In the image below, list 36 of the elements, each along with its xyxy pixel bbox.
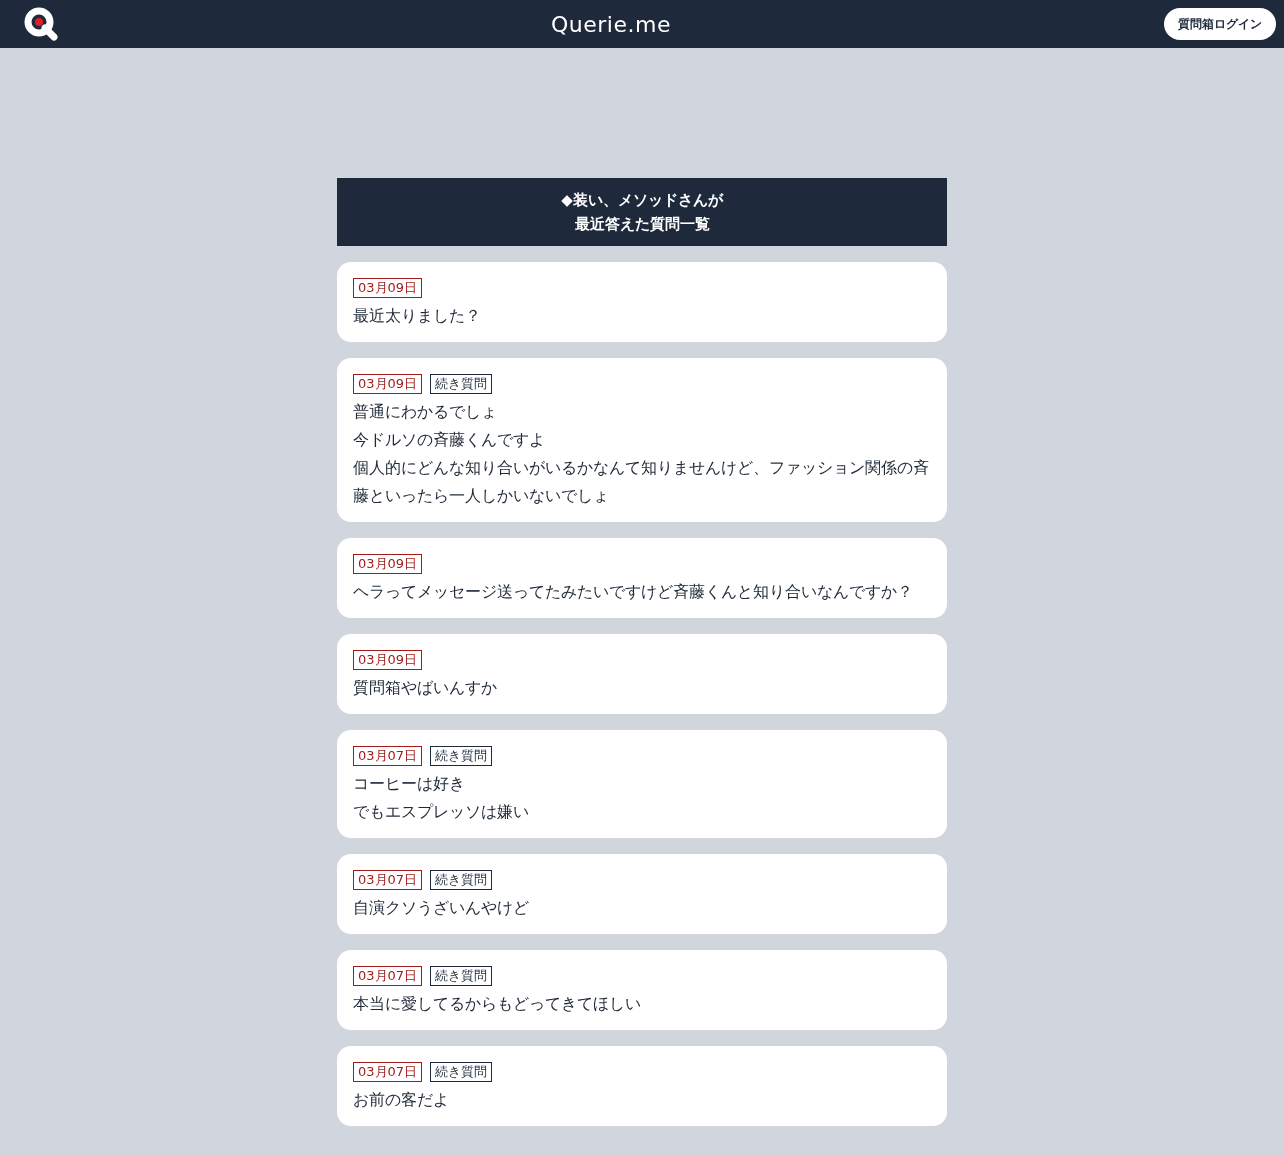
question-card[interactable]: 03月07日 続き質問 コーヒーは好き でもエスプレッソは嫌い [337,730,947,838]
date-tag: 03月07日 [353,870,423,890]
question-text: でもエスプレッソは嫌い [353,801,530,823]
question-card[interactable]: 03月07日 続き質問 自演クソうざいんやけど [337,854,947,934]
question-card[interactable]: 03月09日 最近太りました？ [337,262,947,342]
question-card[interactable]: 03月09日 続き質問 普通にわかるでしょ 今ドルソの斉藤くんですよ 個人的にどんな知り合いがいるかなんて知りませんけど、ファッション関係の斉藤といったら一人しかいないでしょ [337,358,947,522]
list-heading: ◆装い、メソッドさんが 最近答えた質問一覧 [337,178,947,246]
date-tag: 03月07日 [353,1062,423,1082]
date-tag: 03月09日 [353,278,423,298]
logo-icon[interactable] [24,7,58,41]
question-text: ヘラってメッセージ送ってたみたいですけど斉藤くんと知り合いなんですか？ [353,581,914,603]
question-card[interactable]: 03月09日 ヘラってメッセージ送ってたみたいですけど斉藤くんと知り合いなんですか？ [337,538,947,618]
question-text: 最近太りました？ [353,305,482,327]
question-text: 普通にわかるでしょ [353,401,498,423]
question-card[interactable]: 03月07日 続き質問 本当に愛してるからもどってきてほしい [337,950,947,1030]
question-text: 今ドルソの斉藤くんですよ [353,429,546,451]
follow-up-tag: 続き質問 [430,746,493,766]
date-tag: 03月07日 [353,746,423,766]
question-card[interactable]: 03月09日 質問箱やばいんすか [337,634,947,714]
follow-up-tag: 続き質問 [430,374,493,394]
question-text: 質問箱やばいんすか [353,677,498,699]
question-text: 個人的にどんな知り合いがいるかなんて知りませんけど、ファッション関係の斉藤といったら一人しかいないでしょ [353,457,930,507]
date-tag: 03月09日 [353,374,423,394]
question-text: お前の客だよ [353,1089,450,1111]
date-tag: 03月09日 [353,554,423,574]
site-title[interactable]: Querie.me [551,11,671,37]
question-card[interactable]: 03月07日 続き質問 お前の客だよ [337,1046,947,1126]
follow-up-tag: 続き質問 [430,966,493,986]
date-tag: 03月09日 [353,650,423,670]
login-button[interactable]: 質問箱ログイン [1164,8,1276,40]
question-text: 自演クソうざいんやけど [353,897,530,919]
question-text: 本当に愛してるからもどってきてほしい [353,993,642,1015]
follow-up-tag: 続き質問 [430,1062,493,1082]
follow-up-tag: 続き質問 [430,870,493,890]
question-text: コーヒーは好き [353,773,466,795]
date-tag: 03月07日 [353,966,423,986]
